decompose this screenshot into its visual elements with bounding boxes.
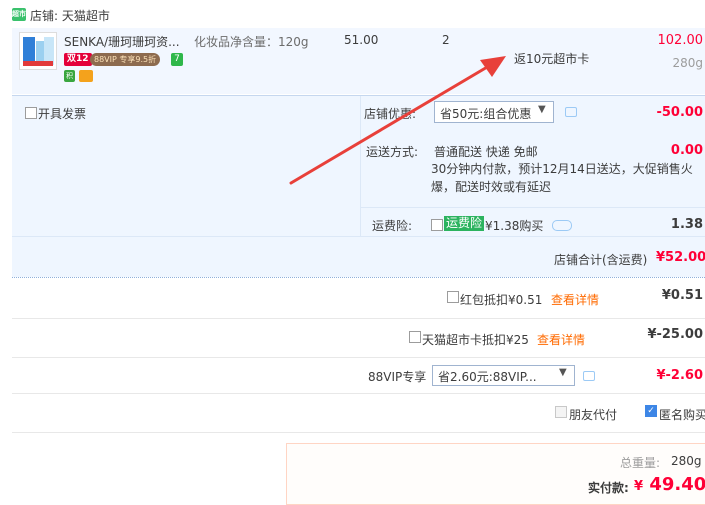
actual-payment-label: 实付款:: [588, 481, 629, 495]
store-discount-label: 店铺优惠:: [364, 107, 417, 121]
divider: [12, 236, 705, 237]
supermarket-card-label[interactable]: 天猫超市卡抵扣¥25: [422, 331, 529, 348]
currency-symbol: ¥: [634, 479, 644, 494]
chevron-down-icon: ▼: [538, 104, 546, 115]
product-thumbnail[interactable]: [19, 32, 57, 70]
vip-label: 88VIP专享: [368, 370, 427, 384]
shipping-insurance-price: ¥1.38购买: [485, 219, 544, 233]
shipping-insurance-checkbox[interactable]: [431, 219, 443, 231]
points-icon: 积: [64, 70, 75, 82]
divider: [360, 207, 705, 208]
shipping-note: 30分钟内付款，预计12月14日送达，大促销售火: [431, 162, 693, 176]
store-discount-selected: 省50元:组合优惠: [440, 107, 532, 121]
invoice-checkbox[interactable]: [25, 107, 37, 119]
shipping-method: 普通配送 快递 免邮: [434, 145, 538, 159]
store-total-label: 店铺合计(含运费): [554, 253, 648, 267]
store-total-value: ¥52.00: [656, 250, 705, 265]
divider: [360, 96, 361, 236]
divider: [12, 277, 705, 279]
actual-payment-value: ¥ 49.40: [634, 474, 705, 495]
product-unit-price: 51.00: [344, 33, 379, 47]
message-icon[interactable]: [583, 371, 595, 381]
product-sku: 化妆品净含量：120g: [194, 35, 309, 49]
vip-discount-badge: 88VIP 专享9.5折: [90, 53, 161, 66]
redpacket-details-link[interactable]: 查看详情: [551, 291, 599, 308]
shipping-fee: 0.00: [670, 143, 703, 158]
vip-discount-selected: 省2.60元:88VIP...: [438, 370, 537, 384]
total-weight-value: 280g: [671, 454, 702, 468]
store-name[interactable]: 店铺: 天猫超市: [30, 7, 110, 24]
vip-discount-amount: ¥-2.60: [656, 368, 703, 383]
anonymous-purchase-checkbox[interactable]: ✓: [645, 405, 657, 417]
anonymous-purchase-label[interactable]: 匿名购买: [659, 406, 705, 423]
shipping-insurance-badge: 运费险: [444, 216, 485, 231]
shipping-insurance-label: 运费险:: [372, 219, 413, 233]
help-icon[interactable]: [552, 220, 572, 231]
redpacket-amount: ¥0.51: [661, 288, 703, 303]
double12-badge: 双12: [64, 53, 92, 66]
actual-payment-amount: 49.40: [649, 474, 705, 495]
divider: [12, 432, 705, 433]
product-total: 102.00: [657, 33, 704, 48]
chevron-down-icon: ▼: [559, 367, 567, 378]
supermarket-card-amount: ¥-25.00: [647, 327, 703, 342]
shipping-label: 运送方式:: [366, 145, 419, 159]
invoice-label[interactable]: 开具发票: [38, 105, 86, 122]
total-weight-label: 总重量:: [620, 456, 661, 470]
redpacket-label[interactable]: 红包抵扣¥0.51: [460, 291, 542, 308]
tmall-supermarket-icon: 超市: [12, 8, 26, 21]
divider: [12, 318, 705, 319]
shipping-insurance-amount: 1.38: [670, 217, 703, 232]
friend-pay-checkbox[interactable]: [555, 406, 567, 418]
store-discount-amount: -50.00: [656, 105, 703, 120]
redpacket-checkbox[interactable]: [447, 291, 459, 303]
store-options-panel: [12, 96, 705, 277]
divider: [12, 393, 705, 394]
cashback-label: 返10元超市卡: [514, 52, 590, 66]
seven-day-return-icon: 7: [171, 53, 183, 66]
card-icon: [79, 70, 93, 82]
message-icon[interactable]: [565, 107, 577, 117]
supermarket-card-details-link[interactable]: 查看详情: [537, 331, 585, 348]
shipping-note: 爆，配送时效或有延迟: [431, 180, 552, 194]
divider: [12, 357, 705, 358]
product-quantity: 2: [442, 33, 450, 47]
supermarket-card-checkbox[interactable]: [409, 331, 421, 343]
product-name[interactable]: SENKA/珊珂珊珂资...: [64, 33, 180, 50]
product-weight: 280g: [672, 56, 703, 70]
friend-pay-label[interactable]: 朋友代付: [569, 406, 617, 423]
